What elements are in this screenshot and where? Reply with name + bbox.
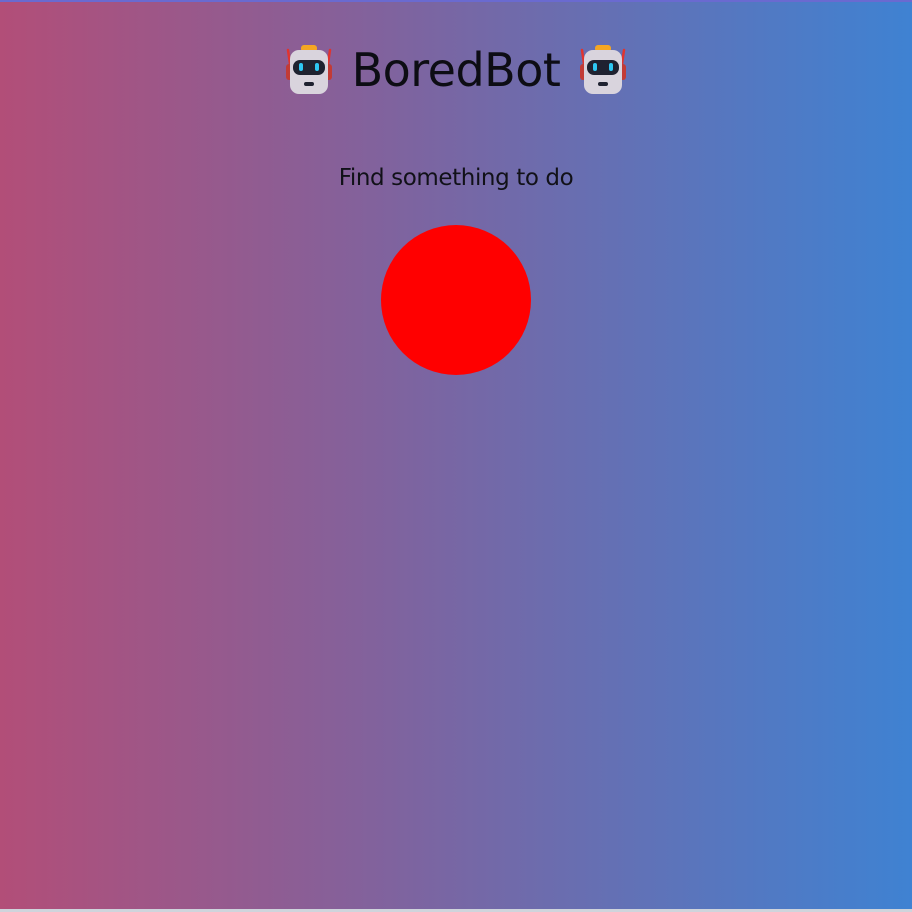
- robot-icon: [580, 45, 627, 94]
- find-activity-button[interactable]: [381, 225, 531, 375]
- subtitle: Find something to do: [338, 165, 574, 191]
- top-border: [0, 0, 912, 2]
- app-title: BoredBot: [351, 43, 561, 97]
- page-header: BoredBot: [0, 40, 912, 100]
- robot-icon: [285, 45, 332, 94]
